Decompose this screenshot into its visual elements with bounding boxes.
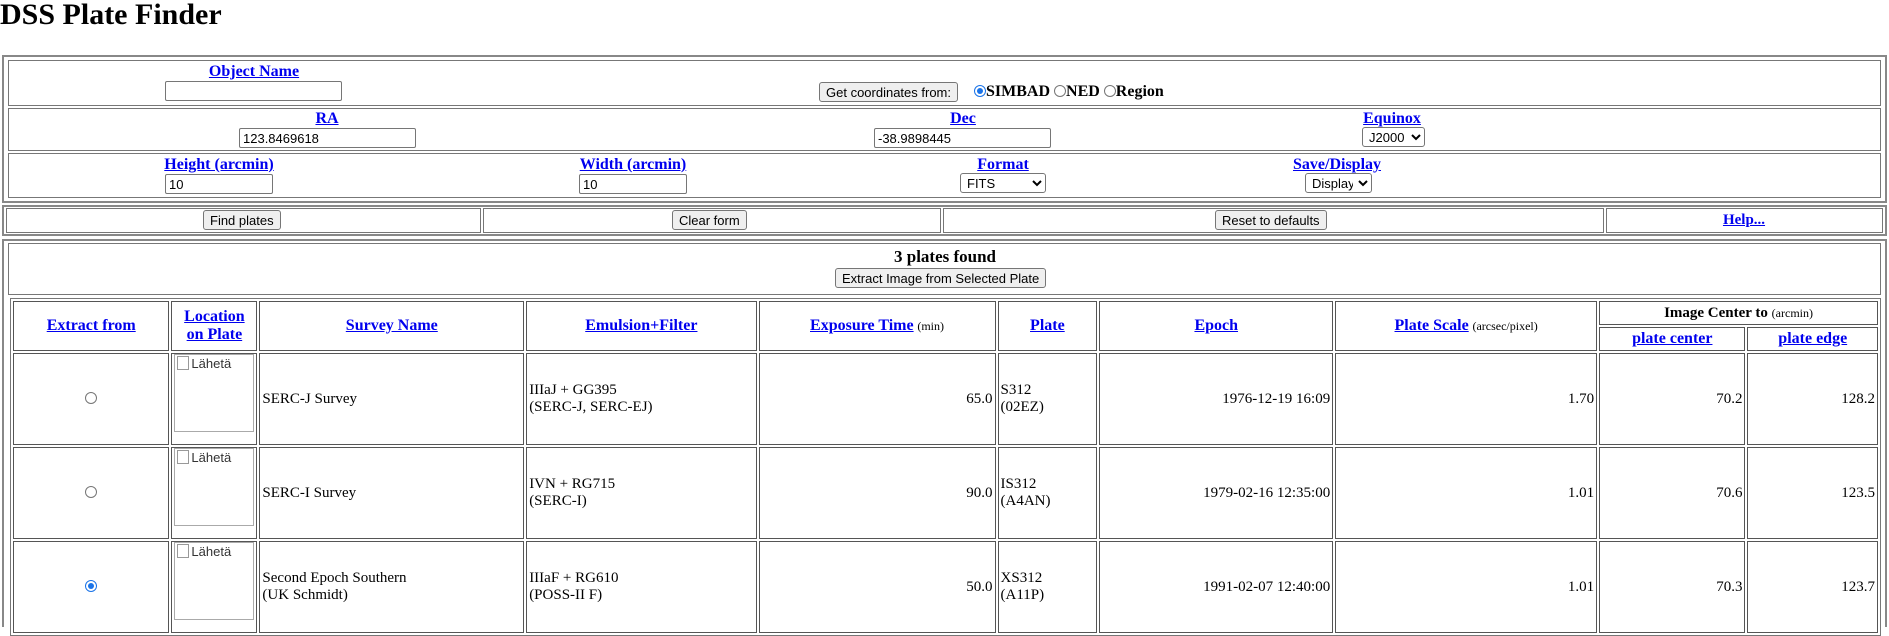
table-row: Lähetä Second Epoch Southern (UK Schmidt) I…: [13, 541, 1878, 633]
location-cell: Lähetä: [171, 353, 258, 445]
center-cell: 70.3: [1599, 541, 1746, 633]
format-link[interactable]: Format: [977, 156, 1029, 174]
plate-cell: S312 (02EZ): [997, 353, 1098, 445]
table-row: Lähetä SERC-J Survey IIIaJ + GG395 (SERC-J,…: [13, 353, 1878, 445]
reset-defaults-button[interactable]: Reset to defaults: [1215, 210, 1327, 230]
edge-cell: 123.5: [1747, 447, 1878, 539]
ned-radio[interactable]: [1054, 85, 1067, 97]
col-location[interactable]: Location on Plate: [171, 301, 258, 351]
help-link[interactable]: Help...: [1723, 212, 1765, 229]
epoch-cell: 1976-12-19 16:09: [1099, 353, 1334, 445]
edge-cell: 123.7: [1747, 541, 1878, 633]
ra-input[interactable]: [239, 128, 416, 148]
col-emulsion-filter[interactable]: Emulsion+Filter: [526, 301, 757, 351]
col-exposure-time[interactable]: Exposure Time (min): [758, 301, 996, 351]
col-plate[interactable]: Plate: [997, 301, 1098, 351]
width-link[interactable]: Width (arcmin): [580, 156, 687, 174]
scale-cell: 1.01: [1335, 447, 1598, 539]
survey-cell: Second Epoch Southern (UK Schmidt): [259, 541, 525, 633]
dec-link[interactable]: Dec: [950, 110, 976, 128]
col-survey-name[interactable]: Survey Name: [259, 301, 525, 351]
plates-table: Extract from Location on Plate Survey Nam…: [10, 298, 1881, 636]
col-plate-center[interactable]: plate center: [1599, 327, 1746, 351]
broken-image-icon: [177, 450, 190, 464]
epoch-cell: 1979-02-16 12:35:00: [1099, 447, 1334, 539]
extract-cell: [13, 353, 170, 445]
equinox-link[interactable]: Equinox: [1363, 110, 1421, 128]
edge-cell: 128.2: [1747, 353, 1878, 445]
epoch-cell: 1991-02-07 12:40:00: [1099, 541, 1334, 633]
survey-cell: SERC-I Survey: [259, 447, 525, 539]
extract-radio[interactable]: [85, 579, 98, 592]
ra-link[interactable]: RA: [315, 110, 338, 128]
emulsion-cell: IIIaJ + GG395 (SERC-J, SERC-EJ): [526, 353, 757, 445]
plate-cell: IS312 (A4AN): [997, 447, 1098, 539]
location-cell: Lähetä: [171, 447, 258, 539]
emulsion-cell: IVN + RG715 (SERC-I): [526, 447, 757, 539]
simbad-label: SIMBAD: [986, 83, 1051, 100]
scale-cell: 1.70: [1335, 353, 1598, 445]
extract-cell: [13, 541, 170, 633]
height-input[interactable]: [165, 174, 273, 194]
dec-input[interactable]: [874, 128, 1051, 148]
get-coordinates-button[interactable]: Get coordinates from:: [819, 82, 958, 102]
location-cell: Lähetä: [171, 541, 258, 633]
col-plate-edge[interactable]: plate edge: [1747, 327, 1878, 351]
exposure-cell: 50.0: [758, 541, 996, 633]
extract-image-button[interactable]: Extract Image from Selected Plate: [835, 268, 1047, 288]
broken-image-icon: [177, 356, 190, 370]
size-row: [8, 153, 1881, 198]
exposure-cell: 90.0: [758, 447, 996, 539]
width-input[interactable]: [579, 174, 687, 194]
region-label: Region: [1115, 83, 1164, 100]
extract-radio[interactable]: [85, 391, 98, 404]
emulsion-cell: IIIaF + RG610 (POSS-II F): [526, 541, 757, 633]
center-cell: 70.6: [1599, 447, 1746, 539]
object-name-link[interactable]: Object Name: [209, 63, 299, 81]
object-name-input[interactable]: [165, 81, 342, 101]
plate-location-image[interactable]: Lähetä: [174, 448, 255, 526]
table-header-row: Extract from Location on Plate Survey Nam…: [13, 301, 1878, 351]
clear-form-button[interactable]: Clear form: [672, 210, 747, 230]
broken-image-icon: [177, 544, 190, 558]
save-display-link[interactable]: Save/Display: [1293, 156, 1381, 174]
extract-radio[interactable]: [85, 485, 98, 498]
height-link[interactable]: Height (arcmin): [164, 156, 273, 174]
extract-cell: [13, 447, 170, 539]
simbad-radio[interactable]: [974, 85, 986, 97]
resolver-group: SIMBAD NED Region: [974, 83, 1164, 101]
col-plate-scale[interactable]: Plate Scale (arcsec/pixel): [1335, 301, 1598, 351]
find-plates-button[interactable]: Find plates: [203, 210, 281, 230]
equinox-select[interactable]: J2000: [1362, 127, 1425, 147]
region-radio[interactable]: [1103, 85, 1116, 97]
plate-location-image[interactable]: Lähetä: [174, 542, 255, 620]
col-extract-from[interactable]: Extract from: [13, 301, 170, 351]
plates-found-count: 3 plates found: [893, 247, 997, 266]
col-image-center: Image Center to (arcmin): [1599, 301, 1878, 325]
col-epoch[interactable]: Epoch: [1099, 301, 1334, 351]
save-display-select[interactable]: Display: [1305, 173, 1372, 193]
format-select[interactable]: FITS: [960, 173, 1046, 193]
center-cell: 70.2: [1599, 353, 1746, 445]
scale-cell: 1.01: [1335, 541, 1598, 633]
survey-cell: SERC-J Survey: [259, 353, 525, 445]
plate-cell: XS312 (A11P): [997, 541, 1098, 633]
page-title: DSS Plate Finder: [0, 0, 222, 31]
exposure-cell: 65.0: [758, 353, 996, 445]
table-row: Lähetä SERC-I Survey IVN + RG715 (SERC-I) 90…: [13, 447, 1878, 539]
plate-location-image[interactable]: Lähetä: [174, 354, 255, 432]
ned-label: NED: [1066, 83, 1100, 100]
